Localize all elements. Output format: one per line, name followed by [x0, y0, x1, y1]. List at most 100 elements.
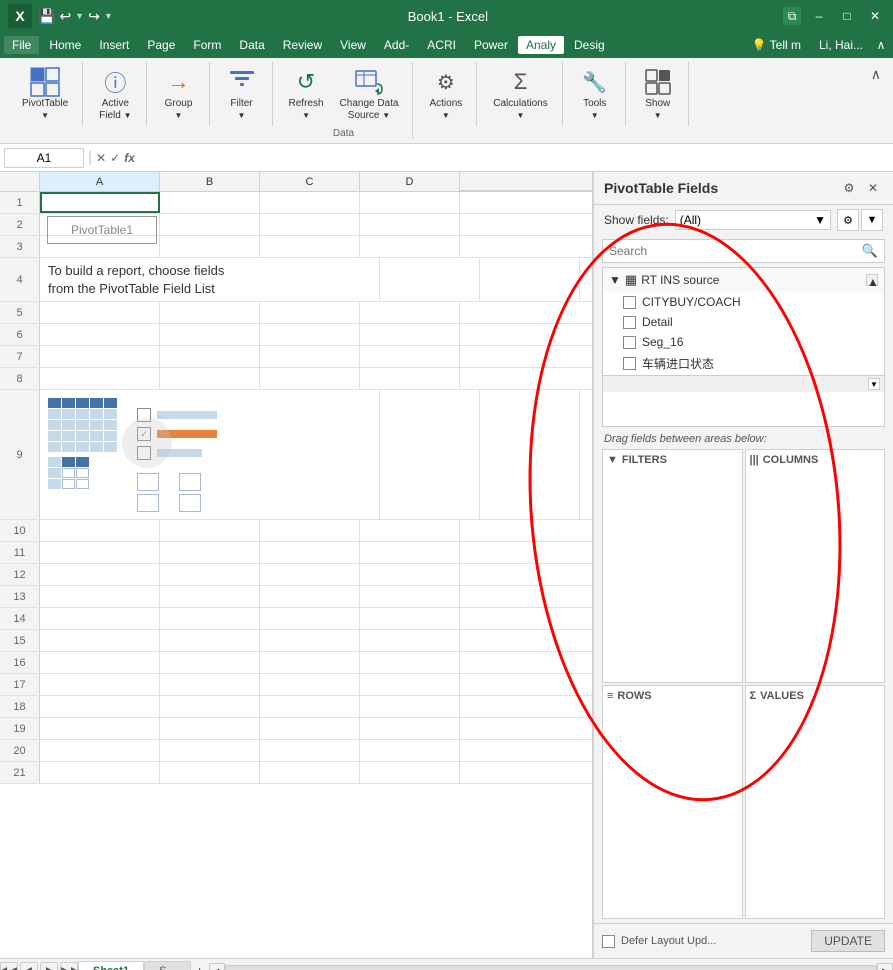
menu-insert[interactable]: Insert	[91, 36, 137, 54]
menu-data[interactable]: Data	[231, 36, 272, 54]
pivot-illustration-cell: ✓	[40, 390, 380, 519]
actions-label: Actions▼	[429, 98, 462, 122]
actions-button[interactable]: ⚙ Actions▼	[423, 62, 468, 126]
cell-a1[interactable]	[40, 192, 160, 213]
calculations-button[interactable]: Σ Calculations▼	[487, 62, 553, 126]
changedatasource-button[interactable]: Change DataSource ▼	[334, 62, 405, 126]
values-area[interactable]: Σ VALUES	[745, 685, 886, 919]
formula-icons: ✕ ✓ fx	[96, 151, 135, 165]
sheet-nav-prev[interactable]: ◄	[20, 962, 38, 970]
pivottable-icon	[29, 66, 61, 98]
menu-add[interactable]: Add-	[376, 36, 417, 54]
field-checkbox-vehicle[interactable]	[623, 357, 636, 370]
fields-scrollbar-up[interactable]: ▲	[866, 274, 878, 286]
sheet-tab-s[interactable]: S...	[144, 961, 191, 970]
show-button[interactable]: Show▼	[636, 62, 680, 126]
h-scroll-right[interactable]: ►	[877, 963, 893, 970]
pivottable-button[interactable]: PivotTable▼	[16, 62, 74, 126]
sheet-nav-first[interactable]: ◄◄	[0, 962, 18, 970]
values-icon: Σ	[750, 690, 757, 702]
restore-icon[interactable]: ⧉	[783, 7, 801, 25]
panel-close-icon[interactable]: ✕	[863, 178, 883, 198]
add-sheet-button[interactable]: +	[191, 962, 209, 970]
show-fields-select[interactable]: (All) ▼	[675, 210, 831, 230]
confirm-formula-icon[interactable]: ✓	[110, 151, 120, 165]
fx-icon[interactable]: fx	[124, 151, 135, 165]
search-input[interactable]	[609, 244, 862, 258]
table-row: 7	[0, 346, 592, 368]
menu-power[interactable]: Power	[466, 36, 516, 54]
cancel-formula-icon[interactable]: ✕	[96, 151, 106, 165]
filter-icon	[226, 66, 258, 98]
close-button[interactable]: ✕	[865, 6, 885, 26]
panel-gear-icon[interactable]: ⚙	[839, 178, 859, 198]
columns-area[interactable]: ||| COLUMNS	[745, 449, 886, 683]
ribbon-collapse-button[interactable]: ∧	[873, 38, 889, 52]
field-label-vehicle: 车辆进口状态	[642, 355, 714, 372]
show-fields-row: Show fields: (All) ▼ ⚙ ▼	[594, 205, 893, 235]
menu-form[interactable]: Form	[185, 36, 229, 54]
cell-b1[interactable]	[160, 192, 260, 213]
h-scroll-track[interactable]	[225, 965, 877, 970]
ribbon-group-tools: 🔧 Tools▼	[565, 62, 626, 126]
menu-file[interactable]: File	[4, 36, 39, 54]
table-row: 11	[0, 542, 592, 564]
menu-page[interactable]: Page	[139, 36, 183, 54]
sheet-tab-sheet1[interactable]: Sheet1	[78, 961, 144, 970]
menu-acri[interactable]: ACRI	[419, 36, 464, 54]
rows-area[interactable]: ≡ ROWS	[602, 685, 743, 919]
activefield-button[interactable]: ⓘ ActiveField ▼	[93, 62, 137, 126]
refresh-button[interactable]: ↺ Refresh▼	[283, 62, 330, 126]
fields-options-button[interactable]: ▼	[861, 209, 883, 231]
ribbon-expand-button[interactable]: ∧	[867, 62, 885, 87]
update-button[interactable]: UPDATE	[811, 930, 885, 952]
filter-button[interactable]: Filter▼	[220, 62, 264, 126]
user-menu[interactable]: Li, Hai...	[811, 36, 871, 54]
maximize-button[interactable]: □	[837, 6, 857, 26]
field-checkbox-detail[interactable]	[623, 316, 636, 329]
group-icon: →	[163, 66, 195, 98]
undo-icon[interactable]: ↩	[59, 8, 71, 25]
cell-a2[interactable]: PivotTable1	[40, 214, 160, 235]
tell-me[interactable]: 💡 Tell m	[744, 36, 809, 54]
filters-area[interactable]: ▼ FILTERS	[602, 449, 743, 683]
cell-c1[interactable]	[260, 192, 360, 213]
excel-icon: X	[8, 4, 32, 28]
table-row: 10	[0, 520, 592, 542]
save-icon[interactable]: 💾	[38, 8, 55, 25]
sheet-nav-last[interactable]: ►►	[60, 962, 78, 970]
formula-input[interactable]	[139, 149, 889, 167]
table-row: 9	[0, 390, 592, 520]
sheet-nav-next[interactable]: ►	[40, 962, 58, 970]
show-label: Show▼	[645, 98, 670, 122]
table-row: 8	[0, 368, 592, 390]
title-bar-left: X 💾 ↩ ▼ ↪ ▼	[8, 4, 113, 28]
minimize-button[interactable]: –	[809, 6, 829, 26]
menu-view[interactable]: View	[332, 36, 374, 54]
field-checkbox-seg16[interactable]	[623, 336, 636, 349]
menu-design[interactable]: Desig	[566, 36, 613, 54]
group-label: Group▼	[165, 98, 193, 122]
cell-reference-input[interactable]: A1	[4, 148, 84, 168]
menu-analyze[interactable]: Analy	[518, 36, 564, 54]
data-group-label: Data	[333, 128, 354, 139]
fields-scrollbar-down[interactable]: ▼	[868, 378, 880, 390]
defer-checkbox[interactable]	[602, 935, 615, 948]
field-checkbox-citybuy[interactable]	[623, 296, 636, 309]
group-button[interactable]: → Group▼	[157, 62, 201, 126]
h-scroll-left[interactable]: ◄	[209, 963, 225, 970]
areas-grid: ▼ FILTERS ||| COLUMNS ≡ ROWS	[594, 449, 893, 919]
ribbon-group-calculations: Σ Calculations▼	[479, 62, 562, 126]
changedatasource-label: Change DataSource ▼	[340, 98, 399, 122]
horizontal-scrollbar[interactable]: ◄ ►	[209, 959, 893, 970]
menu-review[interactable]: Review	[275, 36, 330, 54]
menu-home[interactable]: Home	[41, 36, 89, 54]
tools-button[interactable]: 🔧 Tools▼	[573, 62, 617, 126]
cell-d1[interactable]	[360, 192, 460, 213]
redo-icon[interactable]: ↪	[88, 8, 100, 25]
fields-sort-button[interactable]: ⚙	[837, 209, 859, 231]
refresh-icon: ↺	[290, 66, 322, 98]
refresh-label: Refresh▼	[289, 98, 324, 122]
ribbon-group-actions: ⚙ Actions▼	[415, 62, 477, 126]
field-group-header[interactable]: ▼ ▦ RT INS source ▲	[603, 268, 884, 292]
